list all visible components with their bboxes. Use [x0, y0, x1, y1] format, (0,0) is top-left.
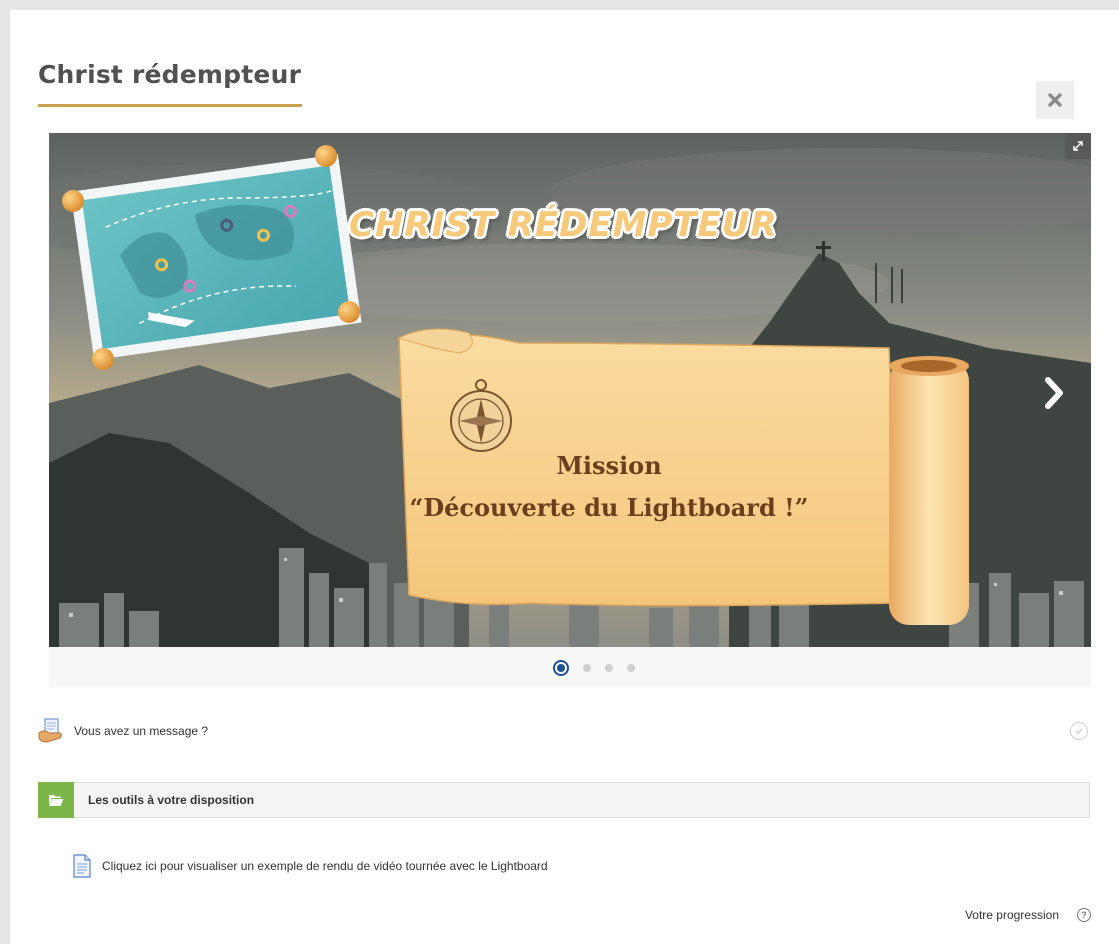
resource-link-label: Cliquez ici pour visualiser un exemple d… [102, 859, 548, 873]
next-slide-button[interactable] [1039, 373, 1069, 413]
close-button[interactable] [1036, 81, 1074, 119]
page-title: Christ rédempteur [38, 60, 302, 89]
document-icon [73, 854, 91, 878]
slide-dot-2[interactable] [583, 664, 591, 672]
chevron-right-icon [1045, 377, 1063, 409]
message-icon [38, 718, 62, 743]
image-slider: CHRIST RÉDEMPTEUR Mission “Découverte du… [49, 133, 1091, 687]
message-link[interactable]: Vous avez un message ? [38, 716, 208, 746]
section-title: Les outils à votre disposition [88, 793, 255, 807]
resource-link[interactable]: Cliquez ici pour visualiser un exemple d… [72, 852, 548, 880]
expand-icon [1073, 141, 1083, 151]
folder-open-icon [49, 795, 64, 806]
section-header[interactable]: Les outils à votre disposition [38, 782, 1090, 818]
section-icon-box [38, 782, 74, 818]
close-icon [1048, 93, 1062, 107]
mission-title: Mission [556, 451, 662, 480]
slide-image: CHRIST RÉDEMPTEUR Mission “Découverte du… [49, 133, 1091, 647]
slide-dot-4[interactable] [627, 664, 635, 672]
page-frame: Christ rédempteur CHRIST RÉDEMPTEUR Miss… [0, 0, 1119, 944]
fullscreen-button[interactable] [1065, 133, 1091, 159]
slide-heading: CHRIST RÉDEMPTEUR [349, 205, 778, 245]
progress-label: Votre progression [964, 908, 1059, 922]
title-underline [38, 104, 302, 107]
progress-indicator: Votre progression ? [965, 908, 1091, 922]
frame-border-left [0, 10, 10, 944]
help-icon[interactable]: ? [1077, 908, 1091, 922]
completion-checkbox[interactable] [1070, 722, 1088, 740]
slide-dot-3[interactable] [605, 664, 613, 672]
slide-pagination [49, 657, 1091, 679]
slide-dot-1[interactable] [553, 660, 569, 676]
message-link-label: Vous avez un message ? [74, 724, 209, 738]
check-icon [1075, 728, 1083, 735]
frame-border-top [0, 0, 1119, 10]
mission-subtitle: “Découverte du Lightboard !” [409, 493, 809, 522]
